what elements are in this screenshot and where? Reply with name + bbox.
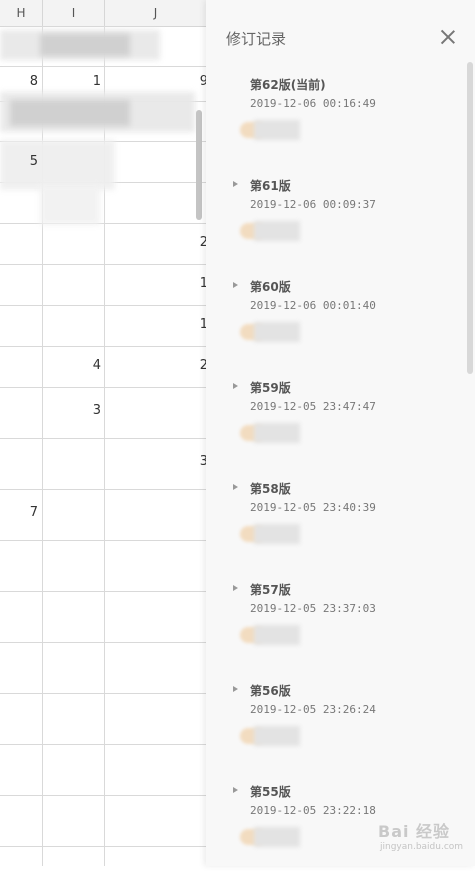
grid-line <box>0 438 206 439</box>
version-label: 第58版 <box>250 482 291 496</box>
grid-line <box>0 744 206 745</box>
watermark-text: Bai 经验 <box>378 822 451 841</box>
expand-caret-icon[interactable] <box>233 282 238 288</box>
editor-info <box>240 322 300 342</box>
expand-caret-icon[interactable] <box>233 484 238 490</box>
editor-info <box>240 524 300 544</box>
cell-i[interactable]: 4 <box>43 356 101 376</box>
panel-title: 修订记录 <box>226 30 287 48</box>
grid-line <box>0 387 206 388</box>
expand-caret-icon[interactable] <box>233 383 238 389</box>
expand-caret-icon[interactable] <box>233 686 238 692</box>
editor-info <box>240 423 300 443</box>
expand-caret-icon[interactable] <box>233 585 238 591</box>
redacted-name <box>254 625 300 645</box>
grid-line <box>0 489 206 490</box>
cell-h[interactable]: 5 <box>0 152 38 172</box>
version-item-56[interactable]: 第56版 2019-12-05 23:26:24 <box>206 682 461 772</box>
grid-line <box>0 264 206 265</box>
version-time: 2019-12-05 23:37:03 <box>250 602 376 615</box>
editor-info <box>240 726 300 746</box>
redacted-name <box>254 524 300 544</box>
revision-history-panel: 修订记录 第62版(当前) 2019-12-06 00:16:49 第61版 2… <box>206 0 475 866</box>
version-time: 2019-12-05 23:47:47 <box>250 400 376 413</box>
redacted-name <box>254 120 300 140</box>
version-label: 第55版 <box>250 785 291 799</box>
cell-j[interactable]: 2 <box>105 233 206 253</box>
cell-h[interactable]: 8 <box>0 72 38 92</box>
grid-line <box>0 846 206 847</box>
redacted-cells <box>10 100 130 126</box>
version-time: 2019-12-05 23:22:18 <box>250 804 376 817</box>
version-label: 第60版 <box>250 280 291 294</box>
editor-info <box>240 625 300 645</box>
version-time: 2019-12-05 23:40:39 <box>250 501 376 514</box>
grid-line <box>0 642 206 643</box>
version-item-60[interactable]: 第60版 2019-12-06 00:01:40 <box>206 278 461 368</box>
spreadsheet-area[interactable]: H I J 8 1 9 5 2 1 1 4 2 3 3 7 <box>0 0 206 866</box>
redacted-cells <box>40 34 130 56</box>
grid-line <box>0 693 206 694</box>
version-time: 2019-12-05 23:26:24 <box>250 703 376 716</box>
version-label: 第59版 <box>250 381 291 395</box>
cell-j[interactable]: 2 <box>105 356 206 376</box>
version-time: 2019-12-06 00:16:49 <box>250 97 376 110</box>
redacted-cells <box>40 185 100 225</box>
version-label: 第61版 <box>250 179 291 193</box>
version-label: 第62版(当前) <box>250 78 326 92</box>
panel-scrollbar[interactable] <box>467 62 473 374</box>
redacted-name <box>254 221 300 241</box>
grid-line <box>0 795 206 796</box>
redacted-name <box>254 322 300 342</box>
column-header-row: H I J <box>0 0 206 27</box>
grid-line <box>0 305 206 306</box>
version-time: 2019-12-06 00:01:40 <box>250 299 376 312</box>
column-header-h[interactable]: H <box>0 0 43 26</box>
grid-line <box>0 66 206 67</box>
redacted-name <box>254 827 300 847</box>
close-icon[interactable] <box>439 28 457 46</box>
watermark-url: jingyan.baidu.com <box>380 842 464 852</box>
version-label: 第56版 <box>250 684 291 698</box>
version-time: 2019-12-06 00:09:37 <box>250 198 376 211</box>
cell-j[interactable]: 1 <box>105 274 206 294</box>
version-item-62[interactable]: 第62版(当前) 2019-12-06 00:16:49 <box>206 76 461 166</box>
redacted-name <box>254 726 300 746</box>
expand-caret-icon[interactable] <box>233 787 238 793</box>
expand-caret-icon[interactable] <box>233 181 238 187</box>
editor-info <box>240 827 300 847</box>
cell-h[interactable]: 7 <box>0 503 38 523</box>
redacted-name <box>254 423 300 443</box>
column-header-j[interactable]: J <box>105 0 206 26</box>
cell-j[interactable]: 9 <box>105 72 206 92</box>
grid-line <box>0 591 206 592</box>
grid-line <box>0 346 206 347</box>
grid-line <box>0 223 206 224</box>
cell-i[interactable]: 1 <box>43 72 101 92</box>
editor-info <box>240 120 300 140</box>
version-item-59[interactable]: 第59版 2019-12-05 23:47:47 <box>206 379 461 469</box>
cell-j[interactable]: 3 <box>105 452 206 472</box>
version-item-58[interactable]: 第58版 2019-12-05 23:40:39 <box>206 480 461 570</box>
version-item-57[interactable]: 第57版 2019-12-05 23:37:03 <box>206 581 461 671</box>
cell-i[interactable]: 3 <box>43 401 101 421</box>
editor-info <box>240 221 300 241</box>
cell-j[interactable]: 1 <box>105 315 206 335</box>
version-label: 第57版 <box>250 583 291 597</box>
sheet-scrollbar[interactable] <box>196 110 202 220</box>
grid-line <box>0 540 206 541</box>
column-header-i[interactable]: I <box>43 0 105 26</box>
baidu-watermark: Bai 经验 jingyan.baidu.com <box>378 808 468 858</box>
version-item-61[interactable]: 第61版 2019-12-06 00:09:37 <box>206 177 461 267</box>
